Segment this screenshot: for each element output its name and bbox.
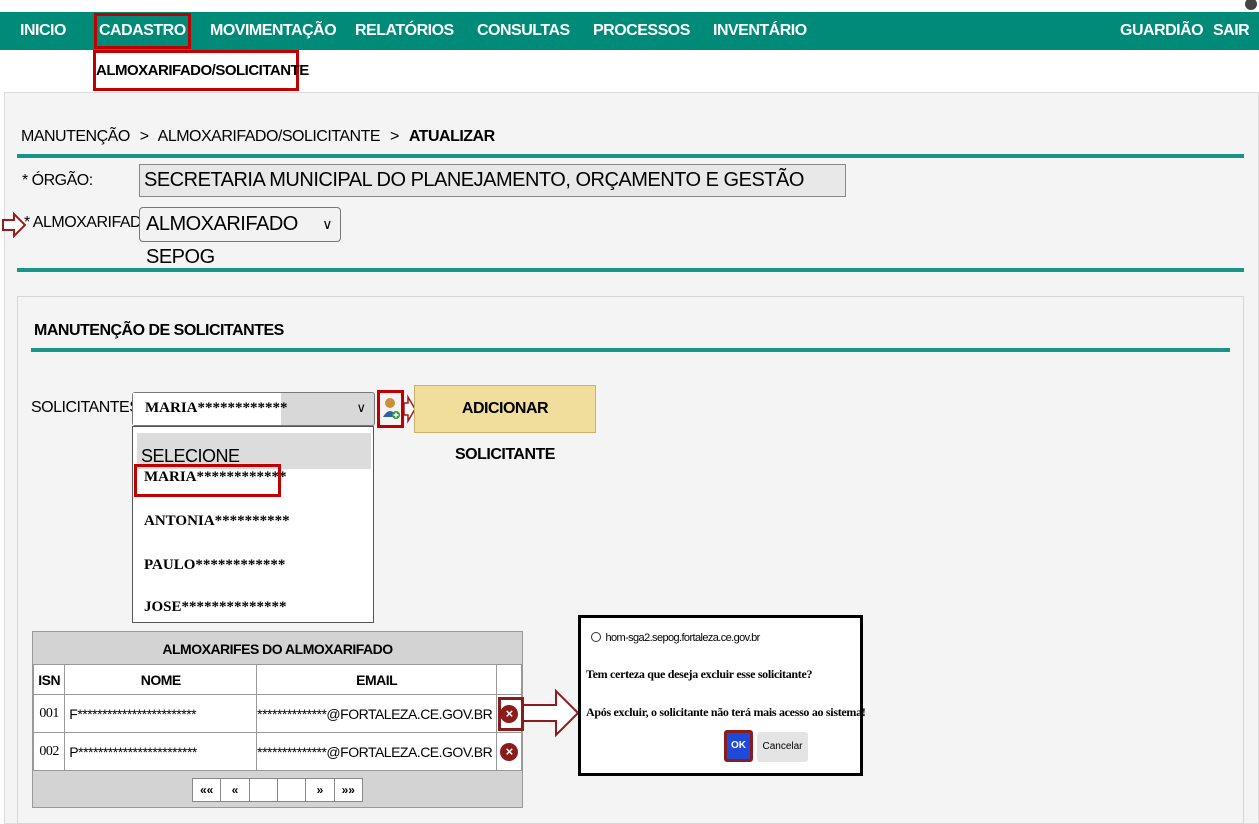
dropdown-option[interactable]: ANTONIA********** [144, 513, 290, 530]
delete-icon[interactable]: × [500, 742, 519, 761]
nav-processos[interactable]: PROCESSOS [593, 12, 690, 50]
dropdown-option[interactable]: PAULO************ [144, 557, 285, 574]
arrow-right-icon [522, 688, 580, 738]
main-nav: INICIO CADASTRO MOVIMENTAÇÃO RELATÓRIOS … [0, 12, 1259, 50]
solicitantes-label: SOLICITANTES: [31, 399, 144, 416]
nav-inventario[interactable]: INVENTÁRIO [713, 12, 807, 50]
column-header: EMAIL [256, 664, 498, 695]
nav-movimentacao[interactable]: MOVIMENTAÇÃO [210, 12, 337, 50]
pager-next-button[interactable]: » [306, 779, 335, 801]
pager-last-button[interactable]: »» [335, 779, 362, 801]
solicitantes-selected-value: MARIA************ [133, 393, 288, 425]
orgao-label: * ÓRGÃO: [22, 172, 93, 189]
pager-page-button[interactable] [278, 779, 307, 801]
solicitantes-select[interactable]: MARIA************ ∨ [132, 392, 375, 426]
nav-guardiao[interactable]: GUARDIÃO [1120, 12, 1204, 50]
table-row: 001 F************************ **********… [32, 694, 522, 733]
dialog-host-text: hom-sga2.sepog.fortaleza.ce.gov.br [605, 632, 760, 644]
cell-email: **************@FORTALEZA.CE.GOV.BR [256, 694, 498, 733]
add-solicitante-button[interactable]: ADICIONAR SOLICITANTE [414, 385, 596, 463]
cancel-button[interactable]: Cancelar [757, 732, 808, 762]
table-header-row: ISN NOME EMAIL [32, 664, 522, 695]
cell-email: **************@FORTALEZA.CE.GOV.BR [256, 732, 498, 771]
section-title: MANUTENÇÃO DE SOLICITANTES [34, 322, 284, 339]
nav-consultas[interactable]: CONSULTAS [477, 12, 570, 50]
breadcrumb-current: ATUALIZAR [408, 128, 495, 145]
chevron-down-icon: ∨ [356, 400, 366, 415]
orgao-field: SECRETARIA MUNICIPAL DO PLANEJAMENTO, OR… [139, 164, 846, 197]
pagination: «« « » »» [192, 778, 363, 802]
breadcrumb-item[interactable]: MANUTENÇÃO [21, 128, 130, 145]
column-header: ISN [32, 664, 66, 695]
cell-isn: 001 [32, 694, 66, 733]
add-user-icon-button[interactable] [377, 390, 404, 428]
cell-nome: P************************ [64, 732, 258, 771]
delete-highlight [498, 697, 524, 731]
ok-button[interactable]: OK [724, 730, 753, 762]
almoxarifes-table: ISN NOME EMAIL 001 F********************… [32, 664, 522, 771]
pager-page-button[interactable] [250, 779, 278, 801]
nav-sair[interactable]: SAIR [1213, 12, 1250, 50]
cell-nome: F************************ [64, 694, 258, 733]
table-title: ALMOXARIFES DO ALMOXARIFADO [162, 641, 393, 657]
corner-icon [1245, 0, 1257, 10]
globe-icon [591, 632, 601, 642]
solicitantes-dropdown-list: SELECIONE MARIA************ ANTONIA*****… [132, 426, 374, 623]
divider [17, 268, 1244, 272]
breadcrumb: MANUTENÇÃO > ALMOXARIFADO/SOLICITANTE > … [21, 128, 495, 146]
divider [17, 154, 1244, 158]
confirm-dialog: hom-sga2.sepog.fortaleza.ce.gov.br Tem c… [578, 615, 866, 776]
dialog-warning: Após excluir, o solicitante não terá mai… [586, 705, 866, 719]
dropdown-option[interactable]: JOSE************** [144, 599, 287, 616]
cell-isn: 002 [32, 732, 66, 771]
add-user-icon [382, 398, 400, 419]
nav-relatorios[interactable]: RELATÓRIOS [355, 12, 454, 50]
selected-option-highlight [134, 464, 281, 497]
almoxarifado-select[interactable]: ALMOXARIFADO SEPOG ∨ [139, 207, 341, 268]
nav-cadastro[interactable]: CADASTRO [93, 12, 192, 50]
divider [31, 348, 1230, 352]
breadcrumb-separator: > [139, 128, 149, 145]
breadcrumb-item[interactable]: ALMOXARIFADO/SOLICITANTE [158, 128, 381, 145]
nav-inicio[interactable]: INICIO [20, 12, 66, 50]
arrow-right-icon [2, 212, 26, 238]
column-header: NOME [64, 664, 258, 695]
column-header-action [496, 664, 522, 695]
almoxarifado-label: * ALMOXARIFADO: [24, 214, 157, 231]
pager-prev-button[interactable]: « [221, 779, 250, 801]
submenu-almoxarifado-solicitante[interactable]: ALMOXARIFADO/SOLICITANTE [93, 50, 309, 91]
dialog-host: hom-sga2.sepog.fortaleza.ce.gov.br [591, 632, 760, 644]
chevron-down-icon: ∨ [322, 216, 332, 232]
table-row: 002 P************************ **********… [32, 732, 522, 771]
dialog-question: Tem certeza que deseja excluir esse soli… [586, 667, 813, 681]
cell-action: × [496, 732, 522, 771]
breadcrumb-separator: > [390, 128, 399, 145]
pager-first-button[interactable]: «« [193, 779, 222, 801]
